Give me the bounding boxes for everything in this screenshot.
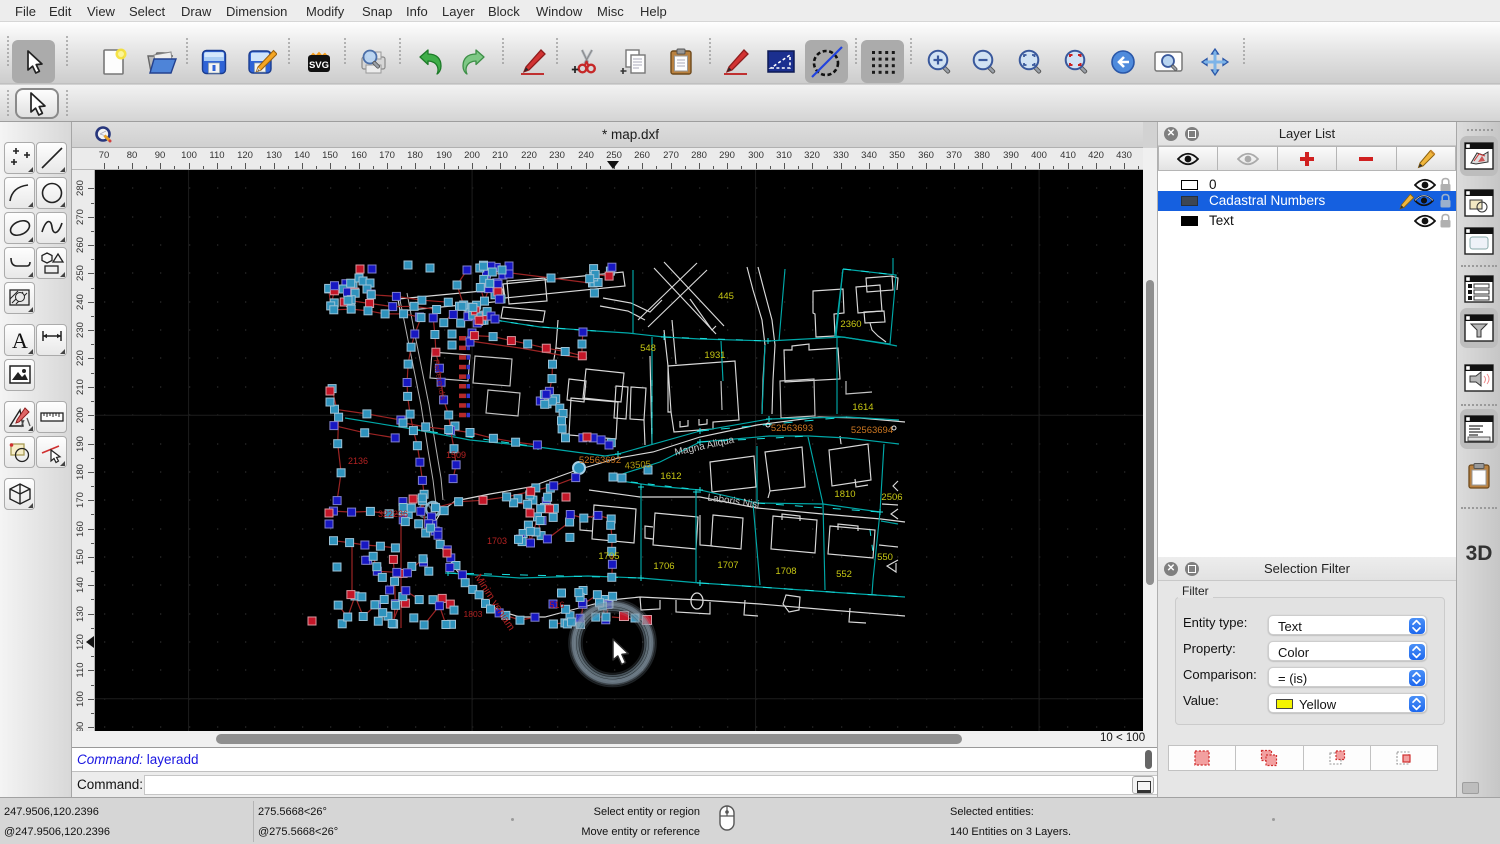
svg-text:1931: 1931	[704, 350, 725, 361]
svg-text:2360: 2360	[840, 319, 861, 330]
svg-text:322236: 322236	[378, 509, 408, 519]
svg-text:Magna Aliqua: Magna Aliqua	[674, 435, 736, 459]
svg-text:1705: 1705	[598, 551, 619, 562]
svg-text:1612: 1612	[660, 471, 681, 482]
svg-text:1614: 1614	[852, 402, 873, 413]
svg-text:445: 445	[718, 291, 734, 302]
svg-text:1708: 1708	[775, 566, 796, 577]
svg-text:1703: 1703	[487, 536, 507, 546]
svg-text:550: 550	[877, 552, 893, 563]
svg-text:Minim veniam: Minim veniam	[472, 572, 517, 633]
svg-text:52563693: 52563693	[771, 423, 813, 434]
svg-text:1509: 1509	[446, 450, 466, 460]
svg-text:516: 516	[549, 600, 564, 610]
svg-text:548: 548	[640, 343, 656, 354]
svg-text:2136: 2136	[348, 456, 368, 466]
svg-text:552: 552	[836, 569, 852, 580]
svg-text:SVG: SVG	[308, 60, 328, 71]
svg-text:52563694: 52563694	[851, 425, 893, 436]
svg-text:43505: 43505	[624, 459, 651, 472]
svg-text:1707: 1707	[717, 560, 738, 571]
svg-text:2506: 2506	[881, 492, 902, 503]
svg-text:1706: 1706	[653, 561, 674, 572]
svg-text:1803: 1803	[464, 609, 483, 619]
svg-text:Laboris Nisi: Laboris Nisi	[707, 492, 760, 510]
svg-text:1810: 1810	[834, 489, 855, 500]
svg-text:A: A	[12, 328, 28, 353]
svg-text:52563692: 52563692	[579, 455, 621, 466]
